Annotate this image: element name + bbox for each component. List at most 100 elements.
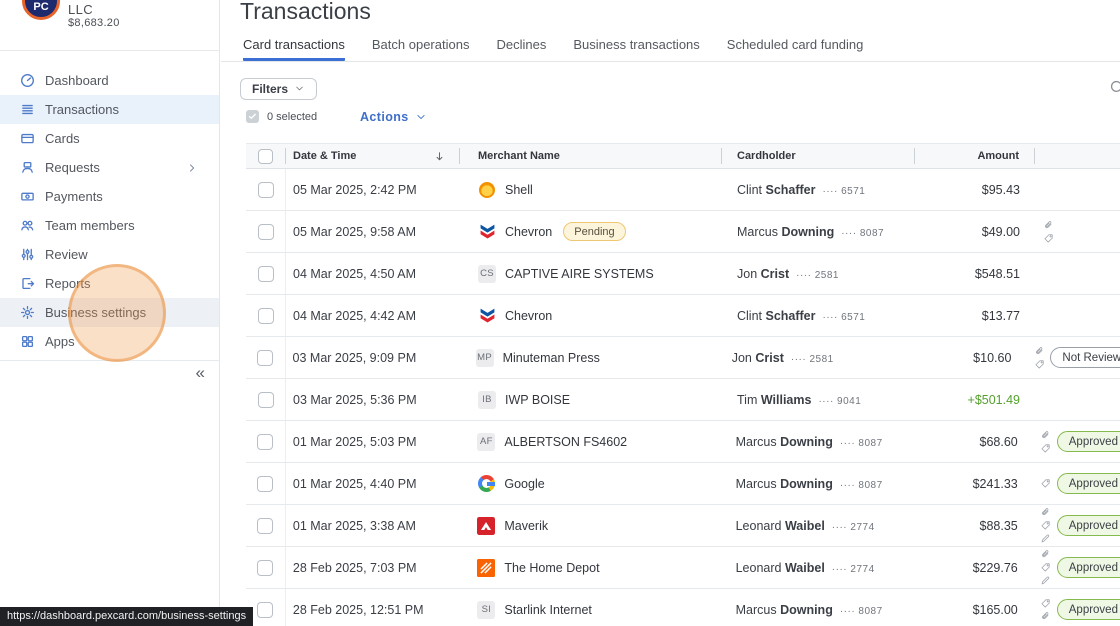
header-checkbox[interactable]	[258, 148, 273, 164]
actions-label: Actions	[360, 110, 409, 124]
column-header-cardholder[interactable]: Cardholder	[722, 148, 915, 164]
row-checkbox[interactable]	[257, 223, 274, 240]
status-label: Approved	[1068, 561, 1118, 574]
sidebar-item-dashboard[interactable]: Dashboard	[0, 66, 219, 95]
cardholder-first-name: Tim	[737, 392, 761, 407]
column-header-merchant[interactable]: Merchant Name	[460, 148, 722, 164]
cardholder-cell: Tim Williams ···· 9041	[722, 393, 915, 407]
row-checkbox[interactable]	[257, 601, 274, 618]
home-depot-logo-icon	[477, 558, 496, 577]
merchant-name: The Home Depot	[504, 560, 600, 575]
tab-scheduled-card-funding[interactable]: Scheduled card funding	[727, 37, 864, 61]
tab-business-transactions[interactable]: Business transactions	[573, 37, 699, 61]
avatar: AF	[477, 432, 496, 451]
tab-declines[interactable]: Declines	[496, 37, 546, 61]
filters-button[interactable]: Filters	[240, 78, 318, 100]
account-balance: $8,683.20	[68, 17, 120, 29]
tag-icon	[1040, 478, 1051, 489]
transactions-icon	[20, 102, 36, 118]
row-checkbox[interactable]	[257, 181, 274, 198]
sidebar-item-label: Cards	[45, 131, 80, 146]
column-header-date[interactable]: Date & Time	[286, 148, 460, 164]
cardholder-last-name: Downing	[780, 476, 833, 491]
table-row[interactable]: 01 Mar 2025, 4:40 PM Google Marcus Downing…	[246, 463, 1120, 505]
cardholder-cell: Jon Crist ···· 2581	[717, 351, 908, 365]
column-header-amount[interactable]: Amount	[915, 148, 1035, 164]
sidebar-item-business-settings[interactable]: Business settings	[0, 298, 219, 327]
status-pill-approved[interactable]: Approved	[1056, 599, 1120, 620]
cardholder-cell: Clint Schaffer ···· 6571	[722, 183, 915, 197]
sidebar-item-transactions[interactable]: Transactions	[0, 95, 219, 124]
row-checkbox[interactable]	[257, 559, 274, 576]
tab-batch-operations[interactable]: Batch operations	[372, 37, 470, 61]
table-row[interactable]: 04 Mar 2025, 4:42 AM Chevron Clint Schaffe…	[246, 295, 1120, 337]
dashboard-icon	[20, 73, 36, 89]
row-checkbox[interactable]	[257, 265, 274, 282]
sidebar-item-apps[interactable]: Apps	[0, 327, 219, 356]
table-row[interactable]: 03 Mar 2025, 9:09 PM MP Minuteman Press Jon…	[246, 337, 1120, 379]
merchant-name: Chevron	[505, 308, 553, 323]
row-checkbox[interactable]	[257, 433, 274, 450]
row-indicator-icons	[1038, 598, 1054, 622]
tab-card-transactions[interactable]: Card transactions	[243, 37, 345, 61]
cardholder-cell: Leonard Waibel ···· 2774	[721, 519, 913, 533]
sidebar-item-label: Apps	[45, 334, 75, 349]
table-row[interactable]: 05 Mar 2025, 2:42 PM Shell Clint Schaffer ·…	[246, 169, 1120, 211]
sidebar-item-reports[interactable]: Reports	[0, 269, 219, 298]
sidebar-account-header[interactable]: PC LLC $8,683.20	[0, 0, 219, 51]
shell-logo-icon	[478, 181, 496, 199]
paperclip-icon	[1043, 220, 1054, 231]
status-pill-approved[interactable]: Approved	[1056, 557, 1120, 578]
link-preview-statusbar: https://dashboard.pexcard.com/business-s…	[0, 607, 254, 626]
row-checkbox[interactable]	[257, 475, 274, 492]
cardholder-first-name: Marcus	[735, 602, 781, 617]
sidebar-collapse-icon[interactable]: «	[196, 363, 205, 383]
cardholder-last-name: Schaffer	[765, 308, 816, 323]
transaction-amount: $68.60	[979, 434, 1018, 449]
cardholder-cell: Marcus Downing ···· 8087	[721, 477, 913, 491]
card-last4: ···· 2581	[796, 269, 839, 281]
chevron-down-icon	[295, 84, 305, 94]
transaction-date: 04 Mar 2025, 4:50 AM	[293, 266, 416, 281]
search-icon[interactable]	[1109, 79, 1120, 97]
table-row[interactable]: 01 Mar 2025, 5:03 PM AF ALBERTSON FS4602 Ma…	[246, 421, 1120, 463]
status-pill-not-reviewed[interactable]: Not Reviewed	[1050, 347, 1120, 368]
table-row[interactable]: 28 Feb 2025, 7:03 PM The Home Depot Leonar…	[246, 547, 1120, 589]
sidebar: PC LLC $8,683.20 Dashboard Transactions Ca…	[0, 0, 220, 626]
paperclip-icon	[1034, 346, 1045, 357]
actions-button[interactable]: Actions	[360, 110, 426, 124]
cardholder-first-name: Leonard	[735, 560, 785, 575]
tag-icon	[1040, 562, 1051, 573]
row-checkbox[interactable]	[257, 391, 274, 408]
row-checkbox[interactable]	[257, 517, 274, 534]
status-pill-approved[interactable]: Approved	[1056, 431, 1120, 452]
transaction-amount: $229.76	[972, 560, 1018, 575]
sidebar-item-payments[interactable]: Payments	[0, 182, 219, 211]
row-checkbox[interactable]	[257, 349, 274, 366]
main-content: Transactions Card transactions Batch oper…	[221, 0, 1120, 626]
table-body: 05 Mar 2025, 2:42 PM Shell Clint Schaffer ·…	[246, 169, 1120, 626]
row-checkbox[interactable]	[257, 307, 274, 324]
cardholder-last-name: Waibel	[784, 560, 825, 575]
company-name: LLC	[68, 2, 94, 17]
sidebar-item-team-members[interactable]: Team members	[0, 211, 219, 240]
table-row[interactable]: 28 Feb 2025, 12:51 PM SI Starlink Internet…	[246, 589, 1120, 626]
table-row[interactable]: 03 Mar 2025, 5:36 PM IB IWP BOISE Tim Willi…	[246, 379, 1120, 421]
review-icon	[20, 247, 36, 263]
transaction-date: 28 Feb 2025, 12:51 PM	[292, 602, 424, 617]
select-all-checkbox[interactable]	[246, 110, 259, 123]
sidebar-item-requests[interactable]: Requests	[0, 153, 219, 182]
transaction-amount: $13.77	[981, 308, 1020, 323]
sort-descending-icon[interactable]	[434, 151, 445, 162]
sidebar-item-review[interactable]: Review	[0, 240, 219, 269]
table-row[interactable]: 04 Mar 2025, 4:50 AM CS CAPTIVE AIRE SYSTE…	[246, 253, 1120, 295]
status-pill-approved[interactable]: Approved	[1056, 515, 1120, 536]
status-pill-approved[interactable]: Approved	[1056, 473, 1120, 494]
sidebar-item-cards[interactable]: Cards	[0, 124, 219, 153]
table-row[interactable]: 05 Mar 2025, 9:58 AM Chevron Pending Marcus…	[246, 211, 1120, 253]
payments-icon	[20, 189, 36, 205]
merchant-initials-avatar: MP	[475, 348, 494, 367]
google-logo-icon	[477, 475, 495, 493]
cardholder-first-name: Marcus	[735, 434, 781, 449]
table-row[interactable]: 01 Mar 2025, 3:38 AM Maverik Leonard Waibe…	[246, 505, 1120, 547]
